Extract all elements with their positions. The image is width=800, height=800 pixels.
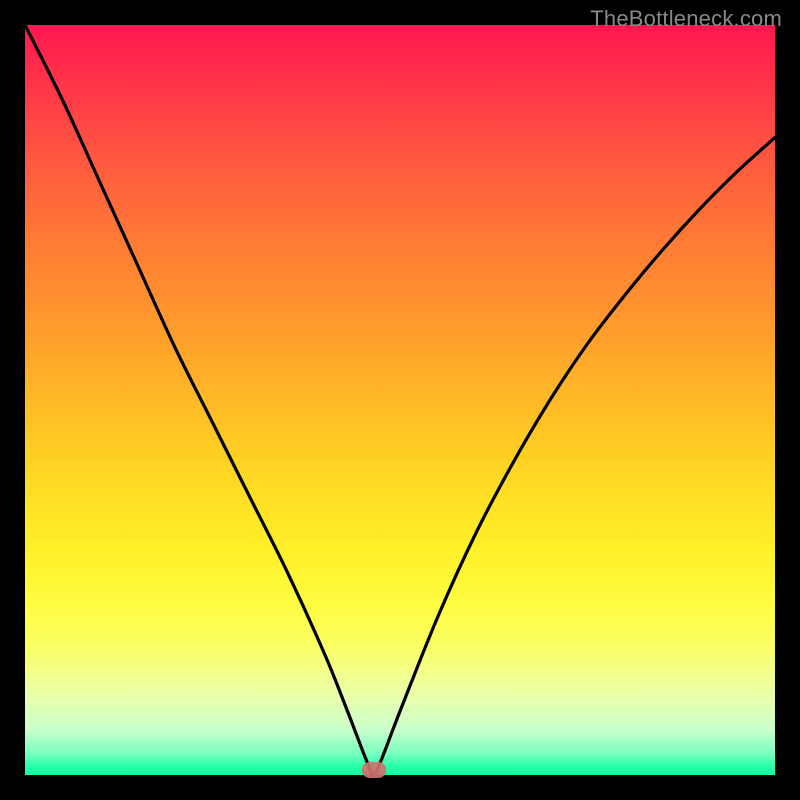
chart-frame: TheBottleneck.com bbox=[0, 0, 800, 800]
optimum-marker bbox=[362, 762, 386, 778]
chart-plot-area bbox=[25, 25, 775, 775]
watermark-text: TheBottleneck.com bbox=[590, 6, 782, 32]
bottleneck-curve bbox=[25, 25, 775, 775]
